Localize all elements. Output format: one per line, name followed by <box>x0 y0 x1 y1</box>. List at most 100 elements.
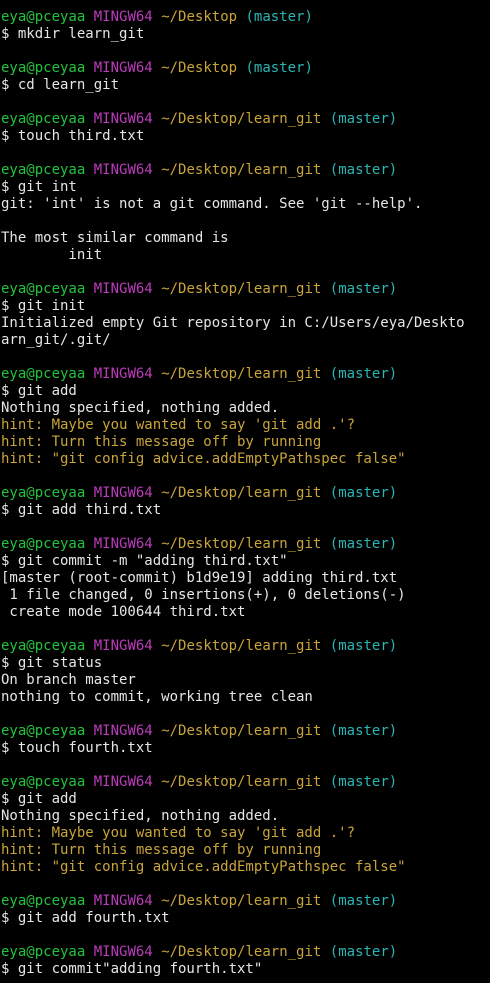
terminal-line: arn_git/.git/ <box>1 332 490 349</box>
prompt-path: ~/Desktop/learn_git <box>161 485 322 501</box>
prompt-system: MINGW64 <box>93 366 153 382</box>
terminal-line: $ git add third.txt <box>1 502 490 519</box>
terminal-line: eya@pceyaa MINGW64 ~/Desktop/learn_git (… <box>1 536 490 553</box>
hint-text: hint: "git config advice.addEmptyPathspe… <box>1 451 406 467</box>
terminal-line: init <box>1 247 490 264</box>
prompt-system: MINGW64 <box>93 485 153 501</box>
prompt-branch: (master) <box>245 9 313 25</box>
hint-text: hint: Maybe you wanted to say 'git add .… <box>1 825 356 841</box>
output-text: create mode 100644 third.txt <box>1 604 246 620</box>
output-text: [master (root-commit) b1d9e19] adding th… <box>1 570 398 586</box>
prompt-path: ~/Desktop/learn_git <box>161 366 322 382</box>
terminal-line: $ git int <box>1 179 490 196</box>
terminal-line: $ touch third.txt <box>1 128 490 145</box>
output-text: arn_git/.git/ <box>1 332 111 348</box>
output-text: git: 'int' is not a git command. See 'gi… <box>1 196 423 212</box>
prompt-user: eya@pceyaa <box>1 162 86 178</box>
terminal-line: 1 file changed, 0 insertions(+), 0 delet… <box>1 587 490 604</box>
prompt-branch: (master) <box>329 111 398 127</box>
hint-text: hint: Maybe you wanted to say 'git add .… <box>1 417 356 433</box>
output-text: $ git add fourth.txt <box>1 910 170 926</box>
terminal-line: $ git commit -m "adding third.txt" <box>1 553 490 570</box>
prompt-path: ~/Desktop/learn_git <box>161 638 322 654</box>
prompt-user: eya@pceyaa <box>1 60 86 76</box>
terminal-line: $ touch fourth.txt <box>1 740 490 757</box>
prompt-system: MINGW64 <box>93 9 153 25</box>
prompt-path: ~/Desktop <box>161 9 238 25</box>
terminal-line: hint: Turn this message off by running <box>1 434 490 451</box>
terminal-line: eya@pceyaa MINGW64 ~/Desktop/learn_git (… <box>1 774 490 791</box>
prompt-system: MINGW64 <box>93 60 153 76</box>
terminal-line: eya@pceyaa MINGW64 ~/Desktop/learn_git (… <box>1 281 490 298</box>
output-text: $ git add third.txt <box>1 502 162 518</box>
prompt-user: eya@pceyaa <box>1 944 86 960</box>
hint-text: hint: Turn this message off by running <box>1 842 322 858</box>
output-text: $ git commit -m "adding third.txt" <box>1 553 288 569</box>
output-text: 1 file changed, 0 insertions(+), 0 delet… <box>1 587 406 603</box>
prompt-branch: (master) <box>329 281 398 297</box>
terminal-line: create mode 100644 third.txt <box>1 604 490 621</box>
prompt-path: ~/Desktop <box>161 60 238 76</box>
terminal-line: hint: Maybe you wanted to say 'git add .… <box>1 417 490 434</box>
hint-text: hint: "git config advice.addEmptyPathspe… <box>1 859 406 875</box>
output-text: nothing to commit, working tree clean <box>1 689 313 705</box>
terminal-line: eya@pceyaa MINGW64 ~/Desktop/learn_git (… <box>1 162 490 179</box>
terminal-line: hint: "git config advice.addEmptyPathspe… <box>1 859 490 876</box>
prompt-system: MINGW64 <box>93 638 153 654</box>
output-text: $ mkdir learn_git <box>1 26 145 42</box>
terminal-line: eya@pceyaa MINGW64 ~/Desktop/learn_git (… <box>1 485 490 502</box>
prompt-branch: (master) <box>329 723 398 739</box>
output-text: The most similar command is <box>1 230 229 246</box>
output-text: $ git init <box>1 298 86 314</box>
terminal-output[interactable]: eya@pceyaa MINGW64 ~/Desktop (master) $ m… <box>1 9 490 983</box>
prompt-path: ~/Desktop/learn_git <box>161 281 322 297</box>
prompt-system: MINGW64 <box>93 281 153 297</box>
prompt-system: MINGW64 <box>93 774 153 790</box>
terminal-line: Initialized empty Git repository in C:/U… <box>1 315 490 332</box>
prompt-system: MINGW64 <box>93 944 153 960</box>
prompt-branch: (master) <box>329 536 398 552</box>
terminal-line: eya@pceyaa MINGW64 ~/Desktop (master) <box>1 9 490 26</box>
terminal-line: eya@pceyaa MINGW64 ~/Desktop (master) <box>1 60 490 77</box>
output-text: $ git int <box>1 179 77 195</box>
terminal-line: eya@pceyaa MINGW64 ~/Desktop/learn_git (… <box>1 893 490 910</box>
prompt-branch: (master) <box>329 638 398 654</box>
output-text: Initialized empty Git repository in C:/U… <box>1 315 465 331</box>
hint-text: hint: Turn this message off by running <box>1 434 322 450</box>
prompt-path: ~/Desktop/learn_git <box>161 723 322 739</box>
terminal-line: eya@pceyaa MINGW64 ~/Desktop/learn_git (… <box>1 944 490 961</box>
terminal-line: eya@pceyaa MINGW64 ~/Desktop/learn_git (… <box>1 111 490 128</box>
prompt-user: eya@pceyaa <box>1 723 86 739</box>
prompt-path: ~/Desktop/learn_git <box>161 893 322 909</box>
